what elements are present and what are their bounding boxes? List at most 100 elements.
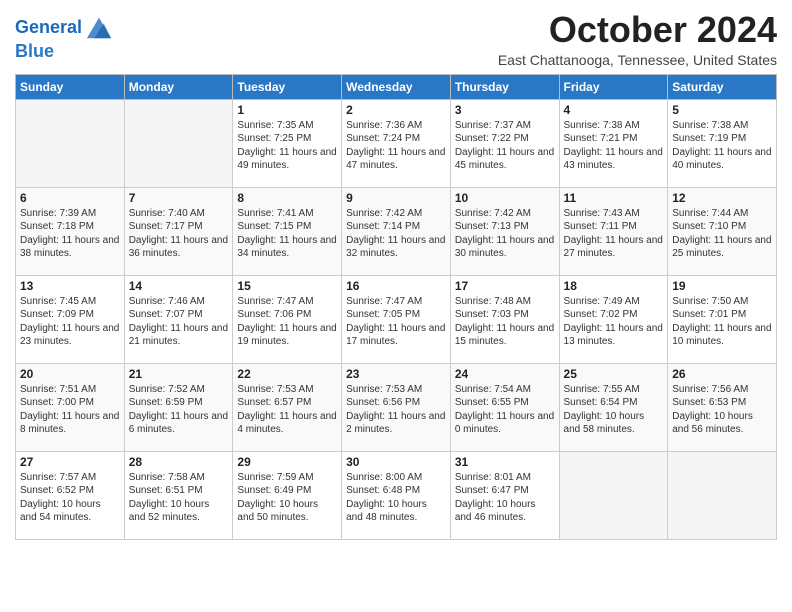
calendar-cell: 4 Sunrise: 7:38 AMSunset: 7:21 PMDaylight… xyxy=(559,99,668,187)
day-number: 5 xyxy=(672,103,772,117)
calendar-cell: 29Sunrise: 7:59 AMSunset: 6:49 PMDayligh… xyxy=(233,451,342,539)
calendar-cell: 30Sunrise: 8:00 AMSunset: 6:48 PMDayligh… xyxy=(342,451,451,539)
day-number: 18 xyxy=(564,279,664,293)
day-number: 28 xyxy=(129,455,229,469)
calendar-cell: 13Sunrise: 7:45 AMSunset: 7:09 PMDayligh… xyxy=(16,275,125,363)
day-number: 1 xyxy=(237,103,337,117)
header-day: Tuesday xyxy=(233,74,342,99)
cell-details: Sunrise: 7:38 AMSunset: 7:21 PMDaylight:… xyxy=(564,119,664,173)
page: General Blue October 2024 East Chattanoo… xyxy=(0,0,792,612)
logo-blue-text: Blue xyxy=(15,42,113,62)
calendar-cell: 16Sunrise: 7:47 AMSunset: 7:05 PMDayligh… xyxy=(342,275,451,363)
header: General Blue October 2024 East Chattanoo… xyxy=(15,10,777,68)
calendar-cell: 23 Sunrise: 7:53 AMSunset: 6:56 PMDayligh… xyxy=(342,363,451,451)
day-number: 6 xyxy=(20,191,120,205)
month-title: October 2024 xyxy=(498,10,777,50)
calendar-cell: 21 Sunrise: 7:52 AMSunset: 6:59 PMDayligh… xyxy=(124,363,233,451)
day-number: 26 xyxy=(672,367,772,381)
calendar-cell: 25 Sunrise: 7:55 AMSunset: 6:54 PMDayligh… xyxy=(559,363,668,451)
header-day: Thursday xyxy=(450,74,559,99)
cell-details: Sunrise: 7:35 AMSunset: 7:25 PMDaylight:… xyxy=(237,119,337,173)
calendar-week-row: 13Sunrise: 7:45 AMSunset: 7:09 PMDayligh… xyxy=(16,275,777,363)
day-number: 30 xyxy=(346,455,446,469)
header-day: Sunday xyxy=(16,74,125,99)
header-day: Friday xyxy=(559,74,668,99)
cell-details: Sunrise: 7:55 AMSunset: 6:54 PMDaylight:… xyxy=(564,383,664,437)
cell-details: Sunrise: 7:49 AMSunset: 7:02 PMDaylight:… xyxy=(564,295,664,349)
cell-details: Sunrise: 7:58 AMSunset: 6:51 PMDaylight:… xyxy=(129,471,229,525)
day-number: 17 xyxy=(455,279,555,293)
calendar-cell: 18 Sunrise: 7:49 AMSunset: 7:02 PMDayligh… xyxy=(559,275,668,363)
day-number: 12 xyxy=(672,191,772,205)
day-number: 23 xyxy=(346,367,446,381)
day-number: 7 xyxy=(129,191,229,205)
calendar-cell: 26Sunrise: 7:56 AMSunset: 6:53 PMDayligh… xyxy=(668,363,777,451)
calendar-cell xyxy=(559,451,668,539)
cell-details: Sunrise: 7:41 AMSunset: 7:15 PMDaylight:… xyxy=(237,207,337,261)
calendar-cell: 31 Sunrise: 8:01 AMSunset: 6:47 PMDayligh… xyxy=(450,451,559,539)
cell-details: Sunrise: 7:43 AMSunset: 7:11 PMDaylight:… xyxy=(564,207,664,261)
cell-details: Sunrise: 7:46 AMSunset: 7:07 PMDaylight:… xyxy=(129,295,229,349)
calendar-cell: 11 Sunrise: 7:43 AMSunset: 7:11 PMDayligh… xyxy=(559,187,668,275)
cell-details: Sunrise: 7:57 AMSunset: 6:52 PMDaylight:… xyxy=(20,471,120,525)
day-number: 24 xyxy=(455,367,555,381)
calendar-cell: 10 Sunrise: 7:42 AMSunset: 7:13 PMDayligh… xyxy=(450,187,559,275)
cell-details: Sunrise: 7:39 AMSunset: 7:18 PMDaylight:… xyxy=(20,207,120,261)
day-number: 29 xyxy=(237,455,337,469)
calendar-cell: 7 Sunrise: 7:40 AMSunset: 7:17 PMDaylight… xyxy=(124,187,233,275)
logo: General Blue xyxy=(15,14,113,62)
cell-details: Sunrise: 7:42 AMSunset: 7:13 PMDaylight:… xyxy=(455,207,555,261)
cell-details: Sunrise: 7:53 AMSunset: 6:56 PMDaylight:… xyxy=(346,383,446,437)
calendar-cell: 20 Sunrise: 7:51 AMSunset: 7:00 PMDayligh… xyxy=(16,363,125,451)
day-number: 8 xyxy=(237,191,337,205)
calendar-cell: 28 Sunrise: 7:58 AMSunset: 6:51 PMDayligh… xyxy=(124,451,233,539)
day-number: 22 xyxy=(237,367,337,381)
calendar-week-row: 1 Sunrise: 7:35 AMSunset: 7:25 PMDaylight… xyxy=(16,99,777,187)
day-number: 10 xyxy=(455,191,555,205)
day-number: 15 xyxy=(237,279,337,293)
day-number: 14 xyxy=(129,279,229,293)
cell-details: Sunrise: 7:44 AMSunset: 7:10 PMDaylight:… xyxy=(672,207,772,261)
day-number: 20 xyxy=(20,367,120,381)
calendar-cell: 24 Sunrise: 7:54 AMSunset: 6:55 PMDayligh… xyxy=(450,363,559,451)
cell-details: Sunrise: 7:54 AMSunset: 6:55 PMDaylight:… xyxy=(455,383,555,437)
calendar-table: SundayMondayTuesdayWednesdayThursdayFrid… xyxy=(15,74,777,540)
calendar-cell: 19Sunrise: 7:50 AMSunset: 7:01 PMDayligh… xyxy=(668,275,777,363)
calendar-cell: 12 Sunrise: 7:44 AMSunset: 7:10 PMDayligh… xyxy=(668,187,777,275)
day-number: 4 xyxy=(564,103,664,117)
day-number: 21 xyxy=(129,367,229,381)
cell-details: Sunrise: 7:51 AMSunset: 7:00 PMDaylight:… xyxy=(20,383,120,437)
cell-details: Sunrise: 7:40 AMSunset: 7:17 PMDaylight:… xyxy=(129,207,229,261)
cell-details: Sunrise: 7:38 AMSunset: 7:19 PMDaylight:… xyxy=(672,119,772,173)
calendar-cell: 1 Sunrise: 7:35 AMSunset: 7:25 PMDaylight… xyxy=(233,99,342,187)
calendar-week-row: 27 Sunrise: 7:57 AMSunset: 6:52 PMDayligh… xyxy=(16,451,777,539)
calendar-cell: 27 Sunrise: 7:57 AMSunset: 6:52 PMDayligh… xyxy=(16,451,125,539)
day-number: 11 xyxy=(564,191,664,205)
calendar-week-row: 6 Sunrise: 7:39 AMSunset: 7:18 PMDaylight… xyxy=(16,187,777,275)
calendar-week-row: 20 Sunrise: 7:51 AMSunset: 7:00 PMDayligh… xyxy=(16,363,777,451)
header-row: SundayMondayTuesdayWednesdayThursdayFrid… xyxy=(16,74,777,99)
calendar-cell: 5 Sunrise: 7:38 AMSunset: 7:19 PMDaylight… xyxy=(668,99,777,187)
day-number: 2 xyxy=(346,103,446,117)
day-number: 13 xyxy=(20,279,120,293)
calendar-cell: 2Sunrise: 7:36 AMSunset: 7:24 PMDaylight… xyxy=(342,99,451,187)
calendar-cell: 8 Sunrise: 7:41 AMSunset: 7:15 PMDaylight… xyxy=(233,187,342,275)
calendar-cell xyxy=(124,99,233,187)
location: East Chattanooga, Tennessee, United Stat… xyxy=(498,52,777,68)
day-number: 25 xyxy=(564,367,664,381)
cell-details: Sunrise: 7:50 AMSunset: 7:01 PMDaylight:… xyxy=(672,295,772,349)
cell-details: Sunrise: 8:01 AMSunset: 6:47 PMDaylight:… xyxy=(455,471,555,525)
cell-details: Sunrise: 7:48 AMSunset: 7:03 PMDaylight:… xyxy=(455,295,555,349)
day-number: 31 xyxy=(455,455,555,469)
calendar-cell xyxy=(16,99,125,187)
calendar-cell: 3Sunrise: 7:37 AMSunset: 7:22 PMDaylight… xyxy=(450,99,559,187)
day-number: 27 xyxy=(20,455,120,469)
title-block: October 2024 East Chattanooga, Tennessee… xyxy=(498,10,777,68)
header-day: Saturday xyxy=(668,74,777,99)
day-number: 9 xyxy=(346,191,446,205)
calendar-cell: 6 Sunrise: 7:39 AMSunset: 7:18 PMDaylight… xyxy=(16,187,125,275)
header-day: Wednesday xyxy=(342,74,451,99)
calendar-cell: 9Sunrise: 7:42 AMSunset: 7:14 PMDaylight… xyxy=(342,187,451,275)
calendar-cell: 22Sunrise: 7:53 AMSunset: 6:57 PMDayligh… xyxy=(233,363,342,451)
cell-details: Sunrise: 7:52 AMSunset: 6:59 PMDaylight:… xyxy=(129,383,229,437)
